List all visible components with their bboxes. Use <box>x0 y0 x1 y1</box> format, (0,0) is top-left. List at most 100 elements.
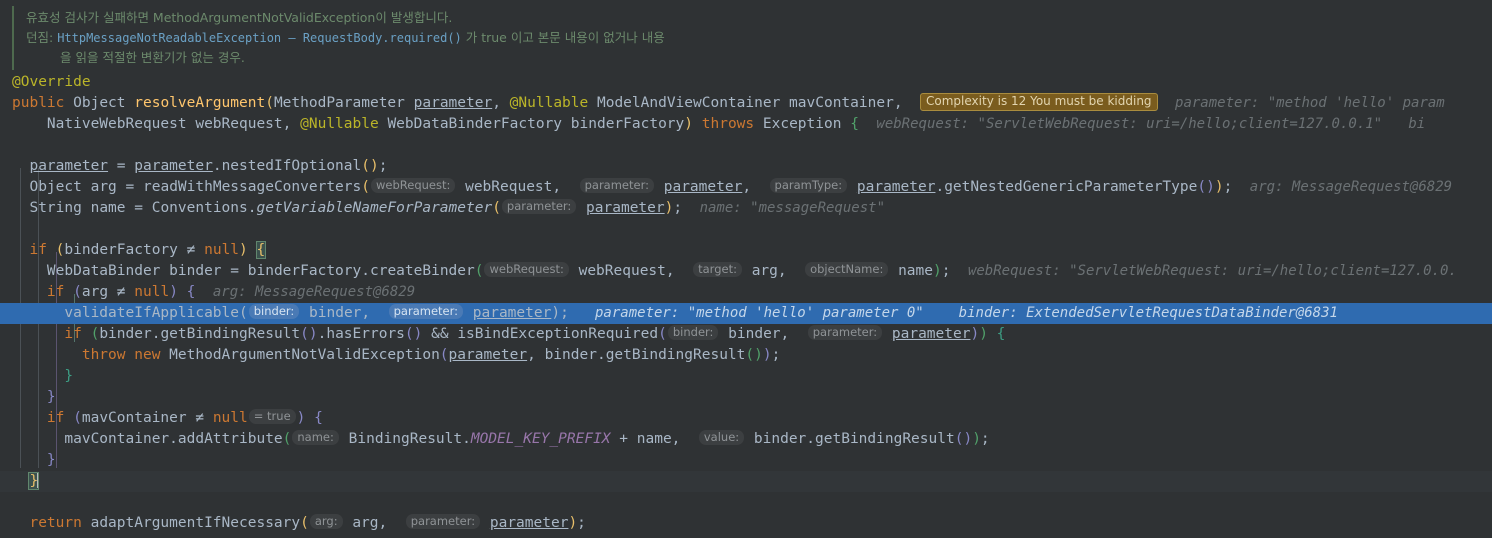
method-createbinder: createBinder <box>369 263 475 279</box>
doc-note-block: 유효성 검사가 실패하면 MethodArgumentNotValidExcep… <box>0 0 1492 74</box>
method-getbindingresult-1: getBindingResult <box>160 326 301 342</box>
kw-if-4: if <box>46 410 65 426</box>
type-object: Object <box>73 95 126 111</box>
hint-binder-2: binder: <box>667 325 719 340</box>
debug-value-if-arg: arg: MessageRequest@6829 <box>212 284 416 300</box>
arg-name-2: name <box>636 431 672 447</box>
param-mavcontainer: mavContainer <box>789 95 894 111</box>
method-name-resolveargument: resolveArgument <box>134 95 266 111</box>
arg-webrequest-2: webRequest <box>578 263 666 279</box>
code-line-close-brace-4-caret[interactable]: } <box>0 471 1492 492</box>
arg-binder-1: binder <box>309 305 362 321</box>
arg-binder-2: binder <box>728 326 781 342</box>
annotation-override: @Override <box>12 74 91 90</box>
var-binder-decl: binder <box>169 263 222 279</box>
method-getbindingresult-2: getBindingResult <box>605 347 746 363</box>
code-line-if-mavcontainer[interactable]: if (mavContainer ≠ null = true) { <box>0 408 1492 429</box>
param-webrequest: webRequest <box>195 116 283 132</box>
hint-parameter-3: parameter: <box>388 304 464 319</box>
complexity-badge[interactable]: Complexity is 12 You must be kidding <box>920 93 1158 111</box>
class-methodargumentnotvalidexception: MethodArgumentNotValidException <box>169 347 440 363</box>
code-line-conventions-varname[interactable]: String name = Conventions.getVariableNam… <box>0 198 1492 219</box>
code-line-throw-manve[interactable]: throw new MethodArgumentNotValidExceptio… <box>0 345 1492 366</box>
class-bindingresult: BindingResult <box>348 431 463 447</box>
code-editor[interactable]: 유효성 검사가 실패하면 MethodArgumentNotValidExcep… <box>0 0 1492 538</box>
debug-value-createbinder-webrequest: webRequest: "ServletWebRequest: uri=/hel… <box>967 263 1457 279</box>
doc-note-line-2-tail: 가 true 이고 본문 내용이 없거나 내용 <box>461 30 665 45</box>
obj-binder-1: binder <box>99 326 152 342</box>
arg-arg-2: arg <box>352 515 379 531</box>
kw-new: new <box>134 347 161 363</box>
code-line-read-with-message-converters[interactable]: Object arg = readWithMessageConverters(w… <box>0 177 1492 198</box>
type-modelandviewcontainer: ModelAndViewContainer <box>596 95 781 111</box>
type-methodparameter: MethodParameter <box>273 95 405 111</box>
code-line-close-brace-3[interactable]: } <box>0 450 1492 471</box>
debug-value-sig-parameter: parameter: "method 'hello' param <box>1175 95 1445 111</box>
obj-binder-3: binder <box>753 431 807 447</box>
cond-mavcontainer: mavContainer <box>81 410 187 426</box>
annotation-nullable-2: @Nullable <box>300 116 379 132</box>
hint-parameter-1: parameter: <box>579 178 654 193</box>
param-parameter: parameter <box>413 95 493 111</box>
type-nativewebrequest: NativeWebRequest <box>46 116 187 132</box>
hint-webrequest-2: webRequest: <box>484 262 569 277</box>
type-webdatabinderfactory: WebDataBinderFactory <box>387 116 563 132</box>
debug-value-validate-binder: binder: ExtendedServletRequestDataBinder… <box>958 305 1338 321</box>
hint-webrequest: webRequest: <box>370 178 456 193</box>
doc-note-line-2: 던짐: HttpMessageNotReadableException – Re… <box>0 28 1492 48</box>
debug-value-name: name: "messageRequest" <box>699 200 885 216</box>
code-line-create-binder[interactable]: WebDataBinder binder = binderFactory.cre… <box>0 261 1492 282</box>
hint-parameter-5: parameter: <box>405 514 481 529</box>
hint-eq-true: = true <box>248 409 296 424</box>
code-line-override[interactable]: @Override <box>0 72 1492 93</box>
arg-parameter-7: parameter <box>489 515 569 531</box>
kw-if-3: if <box>64 326 82 342</box>
doc-note-line-3: 을 읽을 적절한 변환기가 없는 경우. <box>60 50 245 65</box>
code-line-validate-if-applicable-current[interactable]: validateIfApplicable(binder: binder, par… <box>0 303 1492 324</box>
method-readwithmessageconverters: readWithMessageConverters <box>143 179 362 195</box>
code-content[interactable]: @Override public Object resolveArgument(… <box>0 72 1492 538</box>
method-getvariablenameforparameter: getVariableNameForParameter <box>256 200 493 216</box>
debug-value-validate-parameter: parameter: "method 'hello' parameter 0" <box>595 305 924 321</box>
code-line-blank-2 <box>0 219 1492 240</box>
hint-parameter-4: parameter: <box>807 325 883 340</box>
arg-parameter-5: parameter <box>891 326 971 342</box>
kw-if-1: if <box>29 242 47 258</box>
method-adaptargumentifnecessary: adaptArgumentIfNecessary <box>90 515 301 531</box>
code-line-if-binderfactory[interactable]: if (binderFactory ≠ null) { <box>0 240 1492 261</box>
code-line-method-signature-2[interactable]: NativeWebRequest webRequest, @Nullable W… <box>0 114 1492 135</box>
code-line-method-signature[interactable]: public Object resolveArgument(MethodPara… <box>0 93 1492 114</box>
exec-line-gutter-marker <box>0 303 12 324</box>
doc-note-exception-code: HttpMessageNotReadableException – Reques… <box>57 31 462 45</box>
code-line-nested-if-optional[interactable]: parameter = parameter.nestedIfOptional()… <box>0 156 1492 177</box>
cond-binderfactory: binderFactory <box>64 242 178 258</box>
code-line-blank-1 <box>0 135 1492 156</box>
hint-value: value: <box>698 430 745 445</box>
code-line-if-arg[interactable]: if (arg ≠ null) { arg: MessageRequest@68… <box>0 282 1492 303</box>
arg-arg-1: arg <box>751 263 778 279</box>
hint-objectname: objectName: <box>805 262 889 277</box>
code-line-close-brace-2[interactable]: } <box>0 387 1492 408</box>
doc-note-line-1: 유효성 검사가 실패하면 MethodArgumentNotValidExcep… <box>26 10 453 25</box>
code-line-return-adapt[interactable]: return adaptArgumentIfNecessary(arg: arg… <box>0 513 1492 534</box>
code-line-close-brace-1[interactable]: } <box>0 366 1492 387</box>
hint-parameter-2: parameter: <box>501 199 577 214</box>
kw-null-2: null <box>134 284 170 300</box>
hint-binder-1: binder: <box>248 304 300 319</box>
obj-mavcontainer: mavContainer <box>64 431 170 447</box>
type-object-2: Object <box>29 179 82 195</box>
code-line-add-attribute[interactable]: mavContainer.addAttribute(name: BindingR… <box>0 429 1492 450</box>
code-line-if-haserrors[interactable]: if (binder.getBindingResult().hasErrors(… <box>0 324 1492 345</box>
class-conventions: Conventions <box>151 200 248 216</box>
method-nestedifoptional: nestedIfOptional <box>221 158 362 174</box>
arg-parameter-3: parameter <box>586 200 665 216</box>
type-string: String <box>29 200 82 216</box>
var-name-decl: name <box>90 200 126 216</box>
type-exception: Exception <box>762 116 842 132</box>
cond-arg: arg <box>81 284 109 300</box>
method-haserrors: hasErrors <box>326 326 405 342</box>
kw-public: public <box>12 95 65 111</box>
brace-open-match: { <box>255 241 267 259</box>
kw-null-1: null <box>204 242 240 258</box>
debug-value-arg: arg: MessageRequest@6829 <box>1249 179 1453 195</box>
